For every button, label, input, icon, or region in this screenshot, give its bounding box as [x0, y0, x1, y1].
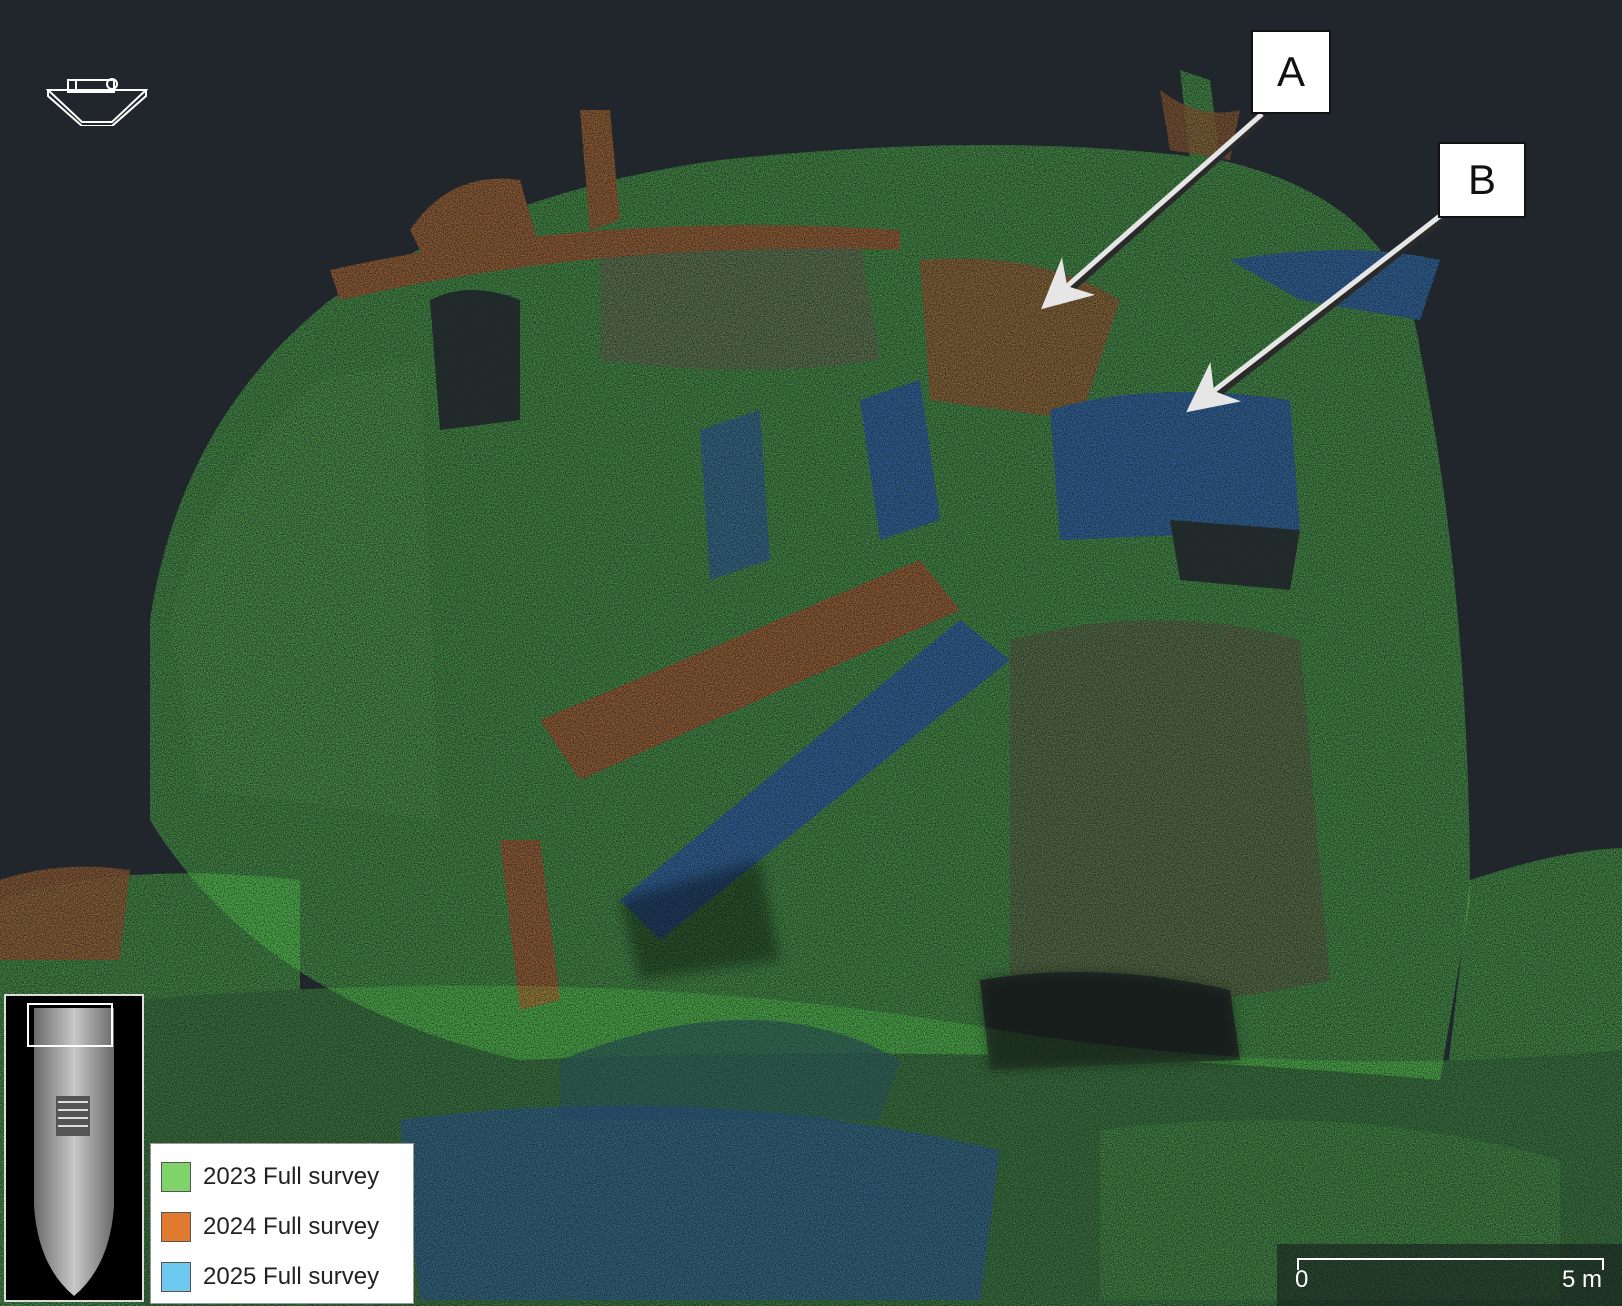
scale-bar: 0 5 m	[1277, 1244, 1622, 1306]
legend-label-2024: 2024 Full survey	[203, 1213, 380, 1240]
orientation-cube-icon[interactable]	[46, 76, 148, 126]
callout-label-b: B	[1438, 142, 1526, 218]
legend-item-2025: 2025 Full survey	[161, 1252, 413, 1302]
legend-swatch-2023	[161, 1162, 191, 1192]
legend-item-2024: 2024 Full survey	[161, 1202, 413, 1252]
legend-swatch-2025	[161, 1262, 191, 1292]
scale-bar-line	[1297, 1258, 1604, 1260]
wreck-point-cloud-scene	[0, 70, 1622, 1306]
legend-label-2023: 2023 Full survey	[203, 1163, 380, 1190]
legend-swatch-2024	[161, 1212, 191, 1242]
point-cloud-viewer[interactable]: A B 2023 Full survey 2024 Full survey 20…	[0, 0, 1622, 1306]
scale-bar-min-label: 0	[1295, 1266, 1309, 1293]
ship-silhouette-icon	[27, 1003, 114, 1296]
legend-item-2023: 2023 Full survey	[161, 1152, 413, 1202]
ship-overview-minimap[interactable]	[4, 994, 144, 1302]
survey-legend: 2023 Full survey 2024 Full survey 2025 F…	[150, 1143, 414, 1304]
wreck-structure	[150, 70, 1470, 1120]
scale-bar-tick-end	[1602, 1258, 1604, 1270]
scale-bar-max-label: 5 m	[1561, 1266, 1602, 1293]
legend-label-2025: 2025 Full survey	[203, 1263, 380, 1290]
callout-label-a: A	[1251, 30, 1331, 114]
